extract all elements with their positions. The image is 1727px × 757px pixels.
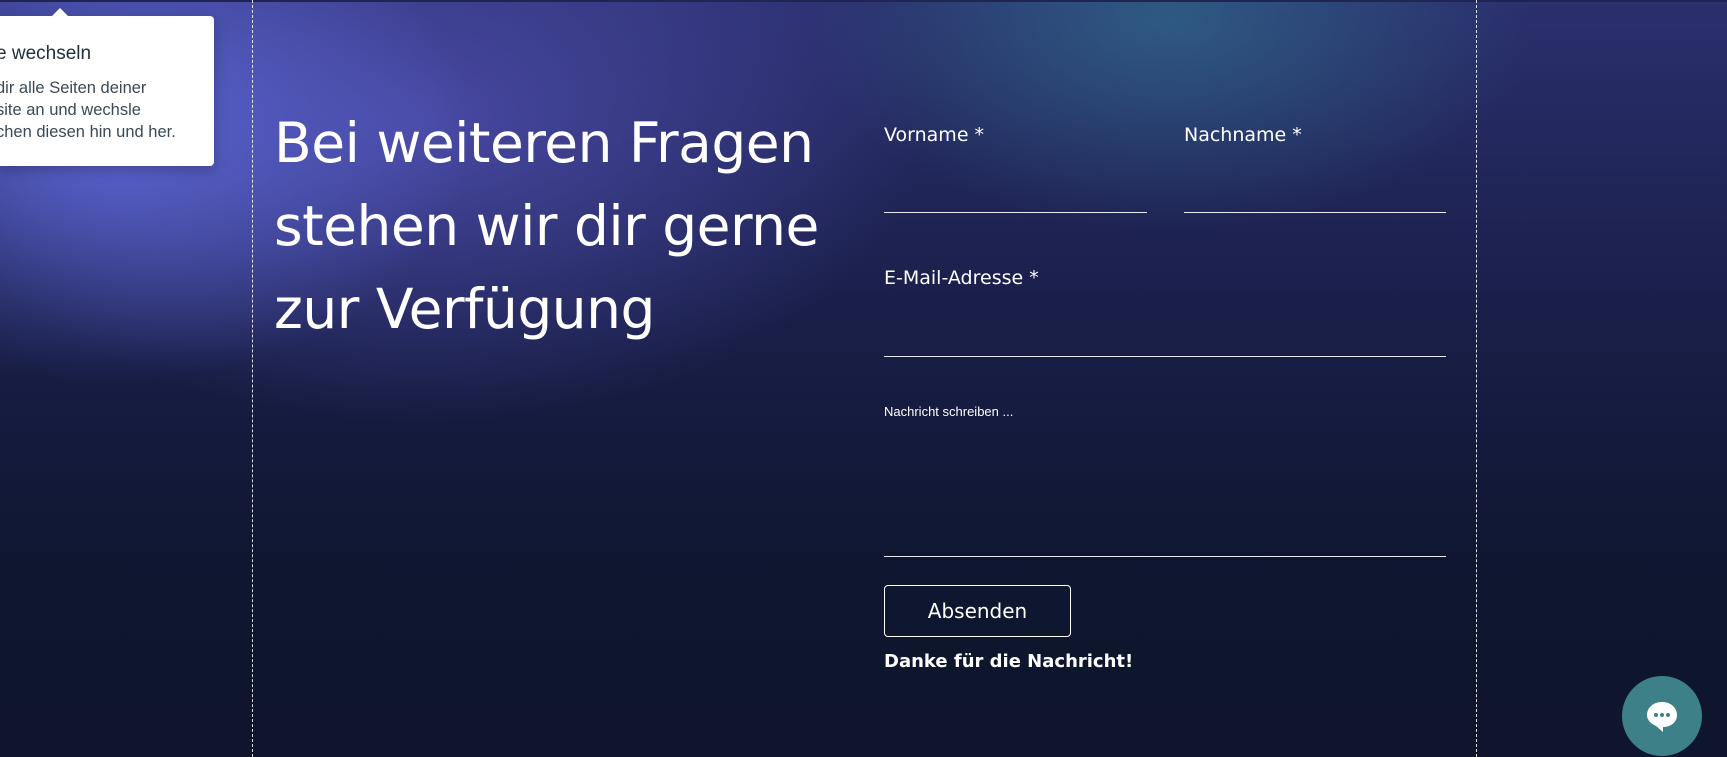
chat-bubble-icon [1647,702,1677,732]
editor-guide-right [1476,0,1477,757]
page-switch-tooltip: e wechseln dir alle Seiten deiner site a… [0,8,214,166]
tooltip-line: site an und wechsle [0,101,141,119]
email-input[interactable] [884,326,1446,357]
section-heading: Bei weiteren Fragen stehen wir dir gerne… [274,102,834,351]
chat-button[interactable] [1622,676,1702,756]
heading-line: Bei weiteren Fragen [274,111,814,175]
top-divider [0,0,1727,2]
tooltip-title: e wechseln [0,43,92,64]
editor-guide-left [252,0,253,757]
first-name-label: Vorname * [884,124,985,146]
email-label: E-Mail-Adresse * [884,267,1039,289]
last-name-input[interactable] [1184,182,1446,213]
message-textarea[interactable] [884,404,1446,557]
heading-line: zur Verfügung [274,277,655,341]
tooltip-body: dir alle Seiten deiner site an und wechs… [0,77,208,143]
tooltip-line: chen diesen hin und her. [0,123,176,141]
tooltip-line: dir alle Seiten deiner [0,79,147,97]
success-message: Danke für die Nachricht! [884,651,1134,672]
first-name-input[interactable] [884,182,1147,213]
tooltip-arrow [51,8,69,17]
submit-button[interactable]: Absenden [884,585,1071,637]
last-name-label: Nachname * [1184,124,1302,146]
heading-line: stehen wir dir gerne [274,194,819,258]
contact-section-background [0,0,1727,757]
